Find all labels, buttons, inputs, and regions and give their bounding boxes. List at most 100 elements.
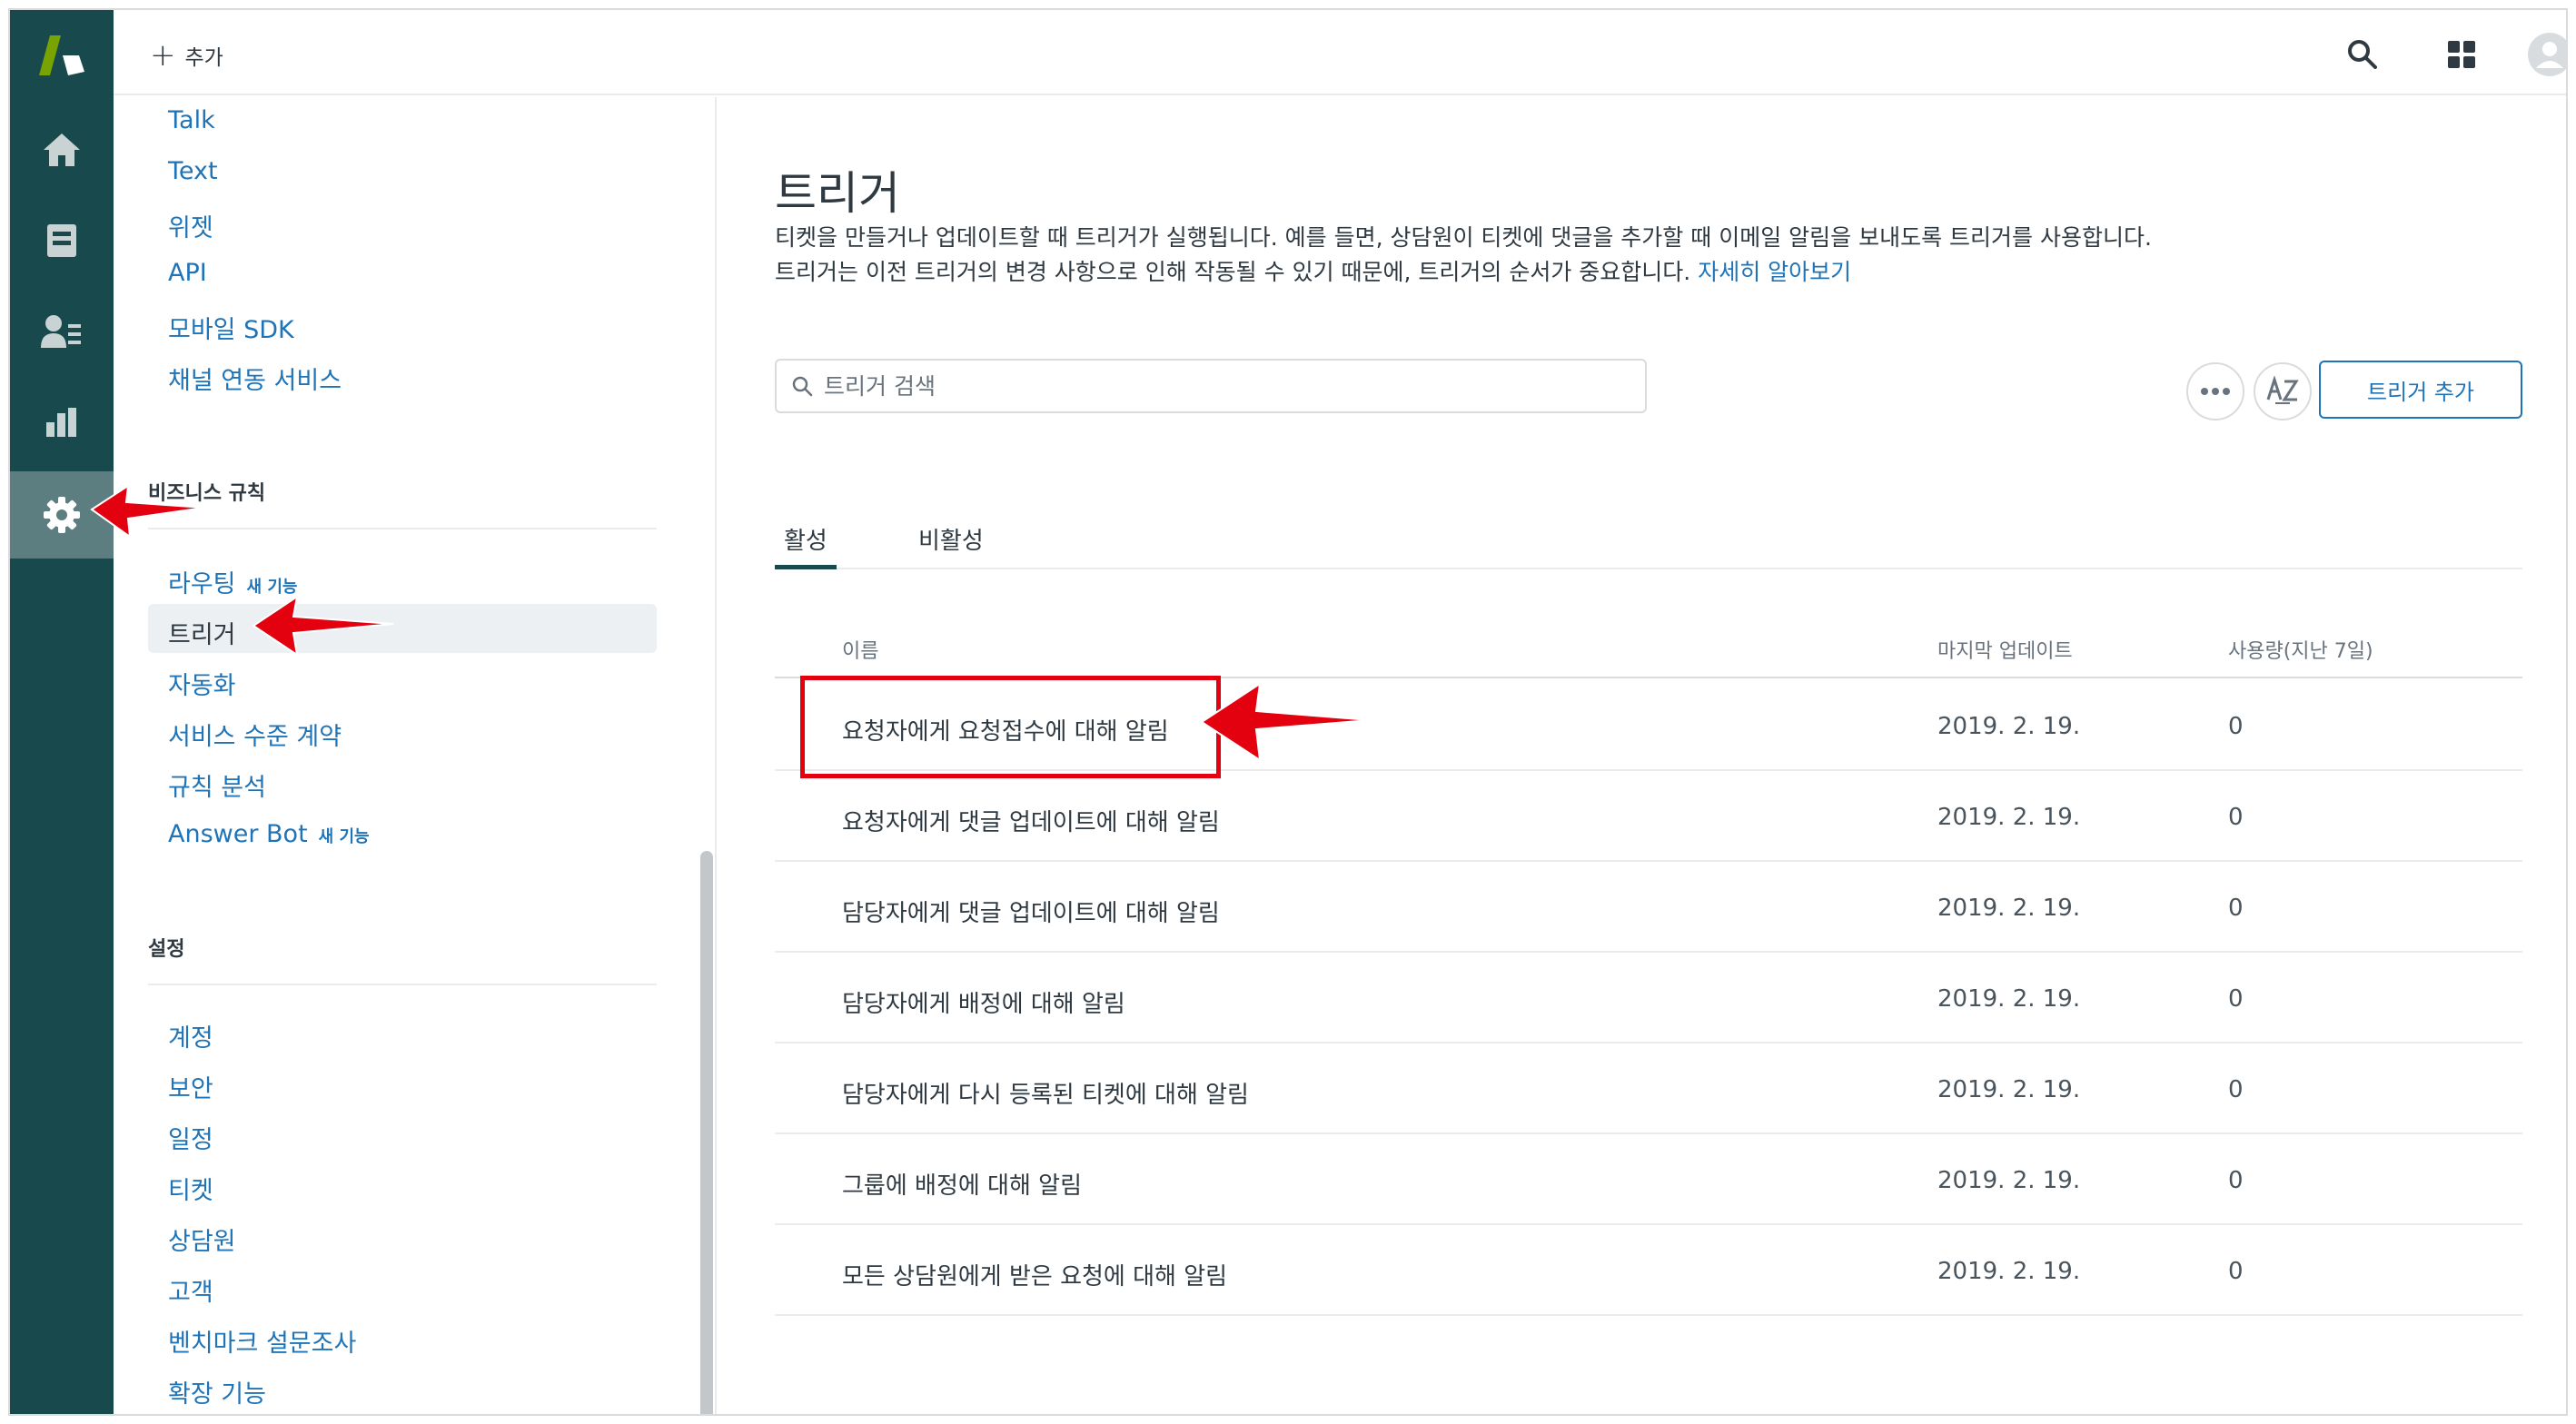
trigger-name[interactable]: 모든 상담원에게 받은 요청에 대해 알림 xyxy=(842,1258,1227,1291)
column-usage-header[interactable]: 사용량(지난 7일) xyxy=(2228,635,2373,664)
trigger-updated: 2019. 2. 19. xyxy=(1937,713,2081,740)
annotation-arrow-icon xyxy=(1200,681,1372,763)
trigger-updated: 2019. 2. 19. xyxy=(1937,1258,2081,1285)
sidebar-item-widget[interactable]: 위젯 xyxy=(168,208,213,243)
sidebar-item-tickets[interactable]: 티켓 xyxy=(168,1171,213,1206)
plus-icon: + xyxy=(150,37,176,74)
trigger-name[interactable]: 담당자에게 댓글 업데이트에 대해 알림 xyxy=(842,895,1220,928)
annotation-arrow-icon xyxy=(90,484,205,539)
sidebar-item-security[interactable]: 보안 xyxy=(168,1069,213,1104)
add-new-button[interactable]: + 추가 xyxy=(150,37,223,74)
new-feature-badge: 새 기능 xyxy=(318,827,370,846)
zendesk-logo-icon[interactable] xyxy=(35,32,88,79)
sidebar-scrollbar[interactable] xyxy=(700,851,713,1414)
sidebar-divider xyxy=(148,984,657,985)
search-icon xyxy=(2348,40,2377,69)
app-window: + 추가 Talk Text 위젯 API 모바일 SDK 채널 연동 서비스 … xyxy=(8,8,2568,1416)
sidebar-item-channel-integrations[interactable]: 채널 연동 서비스 xyxy=(168,361,342,396)
trigger-name[interactable]: 요청자에게 댓글 업데이트에 대해 알림 xyxy=(842,804,1220,837)
sidebar-divider xyxy=(148,528,657,529)
sort-button[interactable] xyxy=(2254,362,2312,420)
trigger-usage: 0 xyxy=(2228,1076,2244,1103)
trigger-usage: 0 xyxy=(2228,895,2244,922)
sidebar-item-triggers[interactable]: 트리거 xyxy=(168,615,236,650)
column-name-header[interactable]: 이름 xyxy=(842,635,878,664)
trigger-usage: 0 xyxy=(2228,1167,2244,1194)
table-row[interactable]: 요청자에게 댓글 업데이트에 대해 알림 2019. 2. 19. 0 xyxy=(775,771,2522,862)
home-nav-button[interactable] xyxy=(10,106,114,193)
views-nav-button[interactable] xyxy=(10,197,114,284)
sidebar-item-label: 라우팅 xyxy=(168,570,236,598)
product-nav-rail xyxy=(10,10,114,1414)
trigger-usage: 0 xyxy=(2228,713,2244,740)
ellipsis-icon xyxy=(2201,388,2230,395)
sidebar-item-rule-analysis[interactable]: 규칙 분석 xyxy=(168,767,266,803)
sidebar-item-label: Answer Bot xyxy=(168,820,308,848)
customers-nav-button[interactable] xyxy=(10,288,114,375)
annotation-arrow-icon xyxy=(252,594,394,658)
sidebar-item-automations[interactable]: 자동화 xyxy=(168,666,236,701)
admin-gear-icon xyxy=(44,497,80,533)
user-avatar-icon xyxy=(2528,33,2566,76)
trigger-name[interactable]: 담당자에게 다시 등록된 티켓에 대해 알림 xyxy=(842,1076,1249,1110)
trigger-updated: 2019. 2. 19. xyxy=(1937,804,2081,831)
trigger-name[interactable]: 담당자에게 배정에 대해 알림 xyxy=(842,985,1125,1019)
trigger-updated: 2019. 2. 19. xyxy=(1937,895,2081,922)
page-title: 트리거 xyxy=(775,167,900,220)
reporting-icon xyxy=(46,408,76,437)
sidebar-item-mobile-sdk[interactable]: 모바일 SDK xyxy=(168,310,294,345)
table-row[interactable]: 담당자에게 배정에 대해 알림 2019. 2. 19. 0 xyxy=(775,953,2522,1043)
trigger-name[interactable]: 그룹에 배정에 대해 알림 xyxy=(842,1167,1082,1201)
customers-icon xyxy=(41,315,81,348)
add-new-label: 추가 xyxy=(184,46,223,70)
trigger-updated: 2019. 2. 19. xyxy=(1937,1167,2081,1194)
column-updated-header[interactable]: 마지막 업데이트 xyxy=(1937,635,2073,664)
add-trigger-button[interactable]: 트리거 추가 xyxy=(2319,361,2522,419)
search-button[interactable] xyxy=(2343,35,2382,74)
table-row[interactable]: 담당자에게 댓글 업데이트에 대해 알림 2019. 2. 19. 0 xyxy=(775,862,2522,953)
trigger-usage: 0 xyxy=(2228,804,2244,831)
description-line-2: 트리거는 이전 트리거의 변경 사항으로 인해 작동될 수 있기 때문에, 트리… xyxy=(775,255,2152,290)
sidebar-item-sla[interactable]: 서비스 수준 계약 xyxy=(168,717,342,752)
sidebar-item-agents[interactable]: 상담원 xyxy=(168,1221,236,1257)
sidebar-item-benchmark-survey[interactable]: 벤치마크 설문조사 xyxy=(168,1323,356,1359)
search-icon xyxy=(792,376,813,397)
description-line-1: 티켓을 만들거나 업데이트할 때 트리거가 실행됩니다. 예를 들면, 상담원이… xyxy=(775,224,2152,251)
trigger-updated: 2019. 2. 19. xyxy=(1937,985,2081,1013)
table-row[interactable]: 그룹에 배정에 대해 알림 2019. 2. 19. 0 xyxy=(775,1134,2522,1225)
sort-az-icon xyxy=(2266,376,2299,404)
sidebar-item-schedules[interactable]: 일정 xyxy=(168,1120,213,1155)
apps-button[interactable] xyxy=(2442,35,2481,74)
annotation-highlight-box xyxy=(800,676,1221,778)
home-icon xyxy=(44,134,80,166)
sidebar-item-api[interactable]: API xyxy=(168,259,207,287)
page-description: 티켓을 만들거나 업데이트할 때 트리거가 실행됩니다. 예를 들면, 상담원이… xyxy=(775,221,2152,290)
sidebar-item-text[interactable]: Text xyxy=(168,157,218,185)
apps-grid-icon xyxy=(2448,41,2475,68)
tab-active[interactable]: 활성 xyxy=(775,522,837,569)
trigger-tabs: 활성 비활성 xyxy=(775,515,2522,569)
sidebar-item-customers[interactable]: 고객 xyxy=(168,1272,213,1308)
trigger-usage: 0 xyxy=(2228,1258,2244,1285)
tab-inactive[interactable]: 비활성 xyxy=(918,522,984,569)
sidebar-item-answer-bot[interactable]: Answer Bot 새 기능 xyxy=(168,820,370,848)
admin-sidebar: Talk Text 위젯 API 모바일 SDK 채널 연동 서비스 비즈니스 … xyxy=(114,97,717,1414)
trigger-search[interactable] xyxy=(775,359,1647,413)
table-row[interactable]: 모든 상담원에게 받은 요청에 대해 알림 2019. 2. 19. 0 xyxy=(775,1225,2522,1316)
trigger-usage: 0 xyxy=(2228,985,2244,1013)
top-bar: + 추가 xyxy=(114,10,2566,95)
sidebar-item-account[interactable]: 계정 xyxy=(168,1018,213,1053)
sidebar-item-talk[interactable]: Talk xyxy=(168,106,215,134)
trigger-updated: 2019. 2. 19. xyxy=(1937,1076,2081,1103)
settings-heading: 설정 xyxy=(148,938,185,961)
search-input[interactable] xyxy=(824,372,1623,400)
sidebar-item-extensions[interactable]: 확장 기능 xyxy=(168,1374,266,1409)
reporting-nav-button[interactable] xyxy=(10,379,114,466)
views-icon xyxy=(47,224,76,257)
table-row[interactable]: 담당자에게 다시 등록된 티켓에 대해 알림 2019. 2. 19. 0 xyxy=(775,1043,2522,1134)
user-menu-button[interactable] xyxy=(2525,30,2566,79)
more-options-button[interactable] xyxy=(2186,362,2244,420)
description-line-2-text: 트리거는 이전 트리거의 변경 사항으로 인해 작동될 수 있기 때문에, 트리… xyxy=(775,259,1691,285)
table-header: 이름 마지막 업데이트 사용량(지난 7일) xyxy=(775,624,2522,678)
learn-more-link[interactable]: 자세히 알아보기 xyxy=(1698,259,1851,285)
